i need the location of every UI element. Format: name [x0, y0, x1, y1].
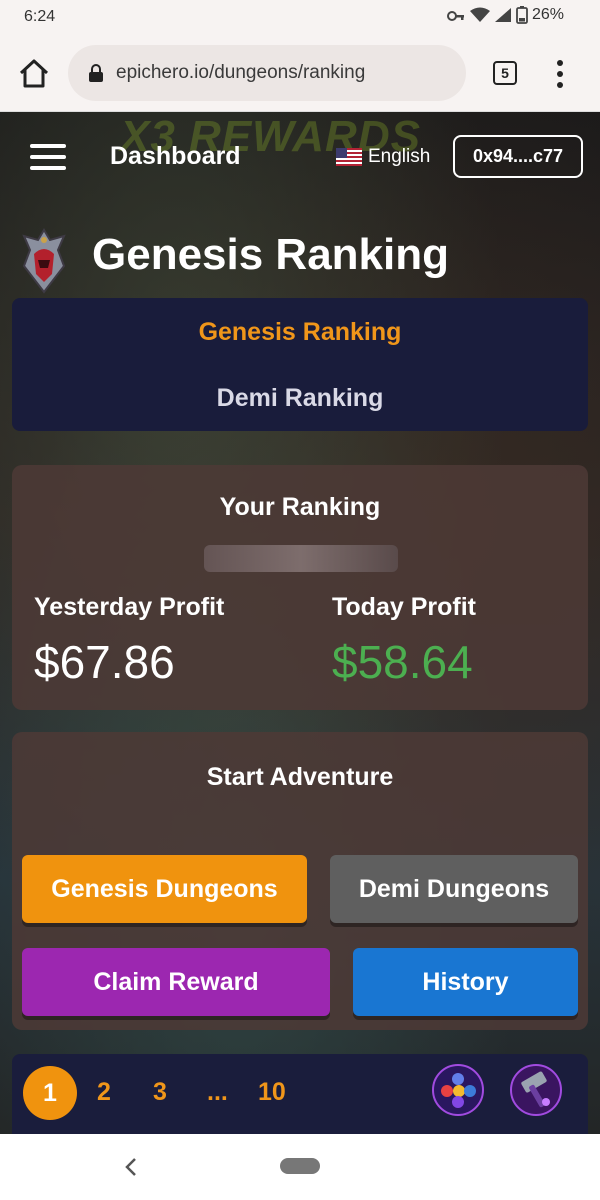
yesterday-profit-label: Yesterday Profit [34, 593, 225, 621]
us-flag-icon [336, 148, 362, 166]
key-icon [446, 11, 464, 21]
home-gesture-pill[interactable] [280, 1158, 320, 1174]
yesterday-profit-value: $67.86 [34, 636, 175, 688]
multichain-icon[interactable] [432, 1064, 484, 1116]
hero-helmet-icon [22, 228, 66, 294]
back-icon[interactable] [124, 1156, 138, 1178]
tab-switcher-button[interactable]: 5 [493, 61, 517, 85]
signal-icon [494, 8, 511, 22]
genesis-dungeons-button[interactable]: Genesis Dungeons [22, 855, 307, 923]
today-profit-value: $58.64 [332, 636, 473, 688]
system-nav-bar [0, 1134, 600, 1200]
demi-dungeons-button[interactable]: Demi Dungeons [330, 855, 578, 923]
home-icon[interactable] [16, 56, 52, 92]
web-page: X3 REWARDS Dashboard English 0x94....c77… [0, 112, 600, 1134]
pagination: 1 2 3 ... 10 [12, 1054, 588, 1134]
your-ranking-title: Your Ranking [219, 493, 381, 521]
status-bar: 6:24 26% [0, 0, 600, 36]
page-ellipsis: ... [207, 1078, 228, 1106]
more-options-icon[interactable] [552, 58, 568, 90]
wallet-address-button[interactable]: 0x94....c77 [453, 135, 583, 178]
your-ranking-card: Your Ranking Yesterday Profit $67.86 Tod… [12, 465, 588, 710]
start-adventure-card: Start Adventure Genesis Dungeons Demi Du… [12, 732, 588, 1030]
wifi-icon [469, 7, 490, 22]
page-2-button[interactable]: 2 [97, 1078, 111, 1107]
hammer-icon[interactable] [510, 1064, 562, 1116]
today-profit-label: Today Profit [332, 593, 476, 621]
tab-genesis-ranking[interactable]: Genesis Ranking [12, 318, 588, 347]
page-3-button[interactable]: 3 [153, 1078, 167, 1107]
url-text: epichero.io/dungeons/ranking [116, 62, 366, 83]
hamburger-menu-icon[interactable] [30, 144, 66, 170]
start-adventure-title: Start Adventure [206, 763, 394, 791]
page-title: Genesis Ranking [92, 230, 450, 279]
address-bar[interactable]: epichero.io/dungeons/ranking [68, 45, 466, 101]
page-10-button[interactable]: 10 [258, 1078, 286, 1107]
tab-demi-ranking[interactable]: Demi Ranking [12, 384, 588, 413]
history-button[interactable]: History [353, 948, 578, 1016]
ranking-value-placeholder [204, 545, 398, 572]
battery-icon [516, 6, 528, 24]
claim-reward-button[interactable]: Claim Reward [22, 948, 330, 1016]
language-selector[interactable]: English [336, 146, 430, 168]
status-time: 6:24 [24, 8, 56, 25]
dashboard-link[interactable]: Dashboard [110, 142, 241, 171]
status-icons: 26% [446, 6, 564, 24]
language-label: English [368, 146, 431, 167]
page-1-button[interactable]: 1 [23, 1066, 77, 1120]
ranking-tabs: Genesis Ranking Demi Ranking [12, 298, 588, 431]
browser-toolbar: epichero.io/dungeons/ranking 5 [0, 36, 600, 112]
battery-level: 26% [531, 6, 564, 23]
lock-icon [89, 64, 103, 82]
